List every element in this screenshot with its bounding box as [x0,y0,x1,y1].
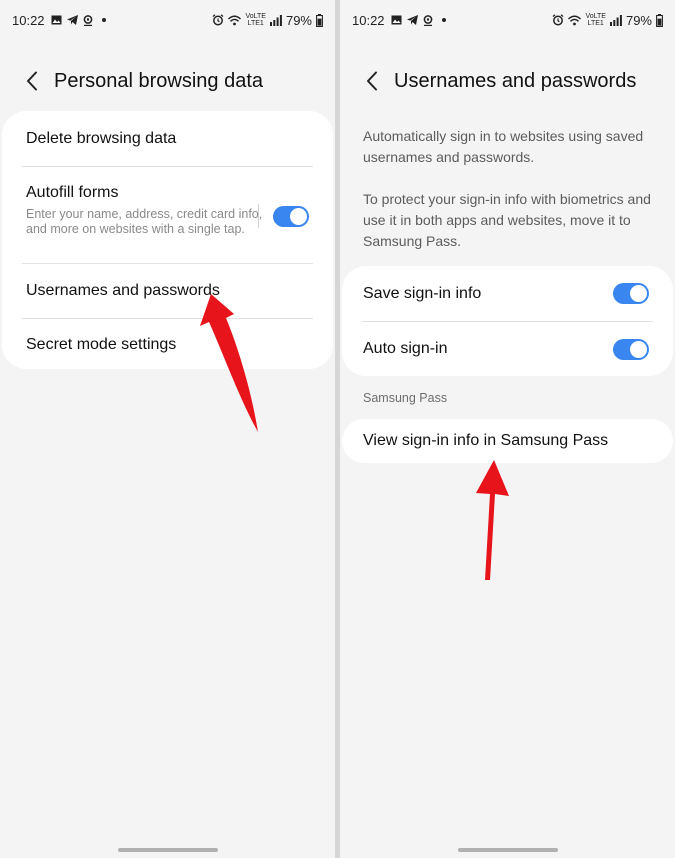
item-label: View sign-in info in Samsung Pass [363,432,609,449]
secret-mode-settings-item[interactable]: Secret mode settings [2,319,333,371]
item-label: Delete browsing data [26,129,177,147]
network-type: VoLTE LTE1 [245,13,266,27]
item-label: Secret mode settings [26,336,177,353]
back-button[interactable] [352,62,392,100]
wifi-icon [568,15,582,25]
battery-icon [316,13,323,27]
status-time: 10:22 [352,12,385,28]
wifi-icon [228,15,242,25]
samsung-pass-card: View sign-in info in Samsung Pass [342,419,673,463]
autofill-forms-item[interactable]: Autofill forms Enter your name, address,… [2,167,333,263]
status-bar: 10:22 VoLTE LTE1 79% [0,0,335,40]
settings-card: Delete browsing data Autofill forms Ente… [2,111,333,369]
home-indicator[interactable] [117,848,218,852]
vertical-separator [258,204,259,228]
back-arrow-icon [27,71,37,91]
back-button[interactable] [12,62,52,100]
item-label: Autofill forms [26,184,119,201]
toggle-knob [290,207,307,225]
gallery-icon [391,15,402,25]
item-label: Usernames and passwords [26,282,220,299]
autofill-forms-toggle[interactable] [273,205,309,227]
battery-percent: 79% [285,12,312,28]
item-label: Save sign-in info [363,284,482,302]
usernames-and-passwords-item[interactable]: Usernames and passwords [2,264,333,318]
home-indicator[interactable] [457,848,558,852]
location-icon [83,14,92,26]
page-title: Personal browsing data [54,69,264,92]
back-arrow-icon [367,71,377,91]
header: Usernames and passwords [340,62,675,100]
signal-icon [609,14,622,26]
auto-sign-in-toggle[interactable] [613,338,649,360]
header: Personal browsing data [0,62,335,100]
battery-percent: 79% [625,12,652,28]
item-sublabel: Enter your name, address, credit card in… [26,207,263,236]
right-screen: 10:22 VoLTE LTE1 79% Usernames and passwo… [340,0,675,858]
toggle-knob [630,340,647,358]
description-samsung-pass: To protect your sign-in info with biomet… [363,191,651,249]
alarm-icon [553,14,564,26]
auto-sign-in-item[interactable]: Auto sign-in [342,322,673,376]
view-sign-in-info-item[interactable]: View sign-in info in Samsung Pass [342,419,673,463]
page-title: Usernames and passwords [394,69,637,92]
description-autosignin: Automatically sign in to websites using … [363,128,644,165]
gallery-icon [51,15,62,25]
section-label-samsung-pass: Samsung Pass [363,391,448,405]
notification-dot-icon [101,18,106,22]
save-sign-in-info-toggle[interactable] [613,283,649,304]
alarm-icon [213,14,224,26]
telegram-icon [406,15,418,25]
status-time: 10:22 [12,12,45,28]
item-label: Auto sign-in [363,340,448,357]
left-screen: 10:22 VoLTE LTE1 79% Personal browsing da… [0,0,335,858]
notification-dot-icon [441,18,446,22]
save-sign-in-info-item[interactable]: Save sign-in info [342,266,673,321]
toggle-knob [630,285,647,302]
delete-browsing-data-item[interactable]: Delete browsing data [2,111,333,166]
signin-settings-card: Save sign-in info Auto sign-in [342,266,673,376]
location-icon [423,14,432,26]
network-type: VoLTE LTE1 [585,13,606,27]
battery-icon [656,13,663,27]
status-bar: 10:22 VoLTE LTE1 79% [340,0,675,40]
telegram-icon [66,15,78,25]
signal-icon [269,14,282,26]
